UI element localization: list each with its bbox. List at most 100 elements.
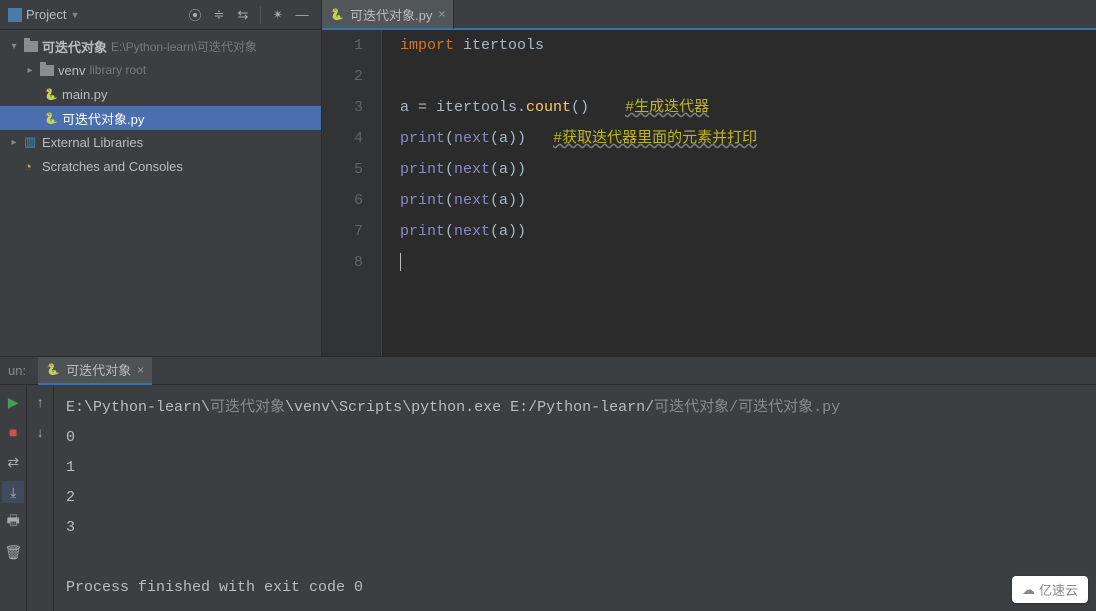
sidebar-title-text: Project: [26, 7, 66, 22]
builtin: next: [454, 223, 490, 240]
divider: [260, 6, 261, 24]
code-text: (a)): [490, 130, 526, 147]
project-icon: [8, 8, 22, 22]
venv-label: venv: [58, 63, 85, 78]
file-main-py[interactable]: 🐍 main.py: [0, 82, 321, 106]
builtin: print: [400, 130, 445, 147]
rerun-button[interactable]: ▶: [2, 391, 24, 413]
console-line: 0: [66, 429, 75, 446]
chevron-right-icon: ▸: [24, 65, 36, 76]
watermark: ☁ 亿速云: [1012, 576, 1088, 603]
run-tab[interactable]: 🐍 可迭代对象 ×: [38, 357, 152, 385]
run-label: un:: [8, 363, 26, 378]
run-header: un: 🐍 可迭代对象 ×: [0, 357, 1096, 385]
sidebar-header: Project ▼ ⦿ ≑ ⇆ ✴ —: [0, 0, 321, 30]
builtin: print: [400, 192, 445, 209]
python-file-icon: 🐍: [44, 87, 58, 101]
file-label: main.py: [62, 87, 108, 102]
caret: [400, 253, 401, 271]
expand-all-icon[interactable]: ≑: [208, 4, 230, 26]
builtin: next: [454, 130, 490, 147]
project-dropdown[interactable]: Project ▼: [8, 7, 79, 22]
close-icon[interactable]: ×: [137, 363, 144, 377]
console-exit: Process finished with exit code 0: [66, 579, 363, 596]
console-text: 可迭代对象: [210, 399, 285, 416]
scratches-consoles[interactable]: ◔ Scratches and Consoles: [0, 154, 321, 178]
identifier: itertools: [454, 37, 544, 54]
python-file-icon: 🐍: [46, 363, 60, 377]
line-number: 1: [322, 30, 363, 61]
chevron-down-icon: ▾: [8, 41, 20, 52]
console-text: \venv\Scripts\python.exe E:/Python-learn…: [285, 399, 654, 416]
editor-tab-iterable[interactable]: 🐍 可迭代对象.py ×: [322, 0, 454, 30]
keyword: import: [400, 37, 454, 54]
console-line: 3: [66, 519, 75, 536]
up-button[interactable]: ↑: [29, 391, 51, 413]
code-text: (: [445, 130, 454, 147]
settings-icon[interactable]: ✴: [267, 4, 289, 26]
library-icon: ▥: [24, 135, 38, 149]
line-number: 8: [322, 247, 363, 278]
scroll-to-end-button[interactable]: ⤓: [2, 481, 24, 503]
function: count: [526, 99, 571, 116]
console-text: 可迭代对象.py: [738, 399, 840, 416]
console-text: 可迭代对象: [654, 399, 729, 416]
run-toolbar: ▶ ■ ⇄ ⤓ 🖶 🗑 ↑ ↓: [0, 385, 54, 611]
folder-icon: [24, 41, 38, 52]
external-libs-label: External Libraries: [42, 135, 143, 150]
chevron-right-icon: ▸: [8, 137, 20, 148]
trash-button[interactable]: 🗑: [2, 541, 24, 563]
line-gutter: 1 2 3 4 5 6 7 8: [322, 30, 382, 356]
project-name: 可迭代对象: [42, 37, 107, 56]
external-libraries[interactable]: ▸ ▥ External Libraries: [0, 130, 321, 154]
venv-folder[interactable]: ▸ venv library root: [0, 58, 321, 82]
line-number: 5: [322, 154, 363, 185]
python-file-icon: 🐍: [330, 7, 344, 21]
run-panel: un: 🐍 可迭代对象 × ▶ ■ ⇄ ⤓ 🖶 🗑 ↑ ↓ E:\Python-…: [0, 357, 1096, 611]
scratches-icon: ◔: [24, 159, 38, 173]
project-tree: ▾ 可迭代对象 E:\Python-learn\可迭代对象 ▸ venv lib…: [0, 30, 321, 356]
console-output[interactable]: E:\Python-learn\可迭代对象\venv\Scripts\pytho…: [54, 385, 1096, 611]
code-text: (: [445, 192, 454, 209]
code-text: (a)): [490, 223, 526, 240]
collapse-all-icon[interactable]: ⇆: [232, 4, 254, 26]
down-button[interactable]: ↓: [29, 421, 51, 443]
chevron-down-icon: ▼: [70, 10, 79, 20]
hide-icon[interactable]: —: [291, 4, 313, 26]
soft-wrap-button[interactable]: ⇄: [2, 451, 24, 473]
editor-body[interactable]: 1 2 3 4 5 6 7 8 import itertools a = ite…: [322, 30, 1096, 356]
builtin: next: [454, 192, 490, 209]
builtin: next: [454, 161, 490, 178]
code-text: (): [571, 99, 589, 116]
file-label: 可迭代对象.py: [62, 109, 144, 128]
cloud-icon: ☁: [1022, 582, 1035, 598]
folder-icon: [40, 65, 54, 76]
locate-icon[interactable]: ⦿: [184, 4, 206, 26]
console-text: E:\Python-learn\: [66, 399, 210, 416]
project-root[interactable]: ▾ 可迭代对象 E:\Python-learn\可迭代对象: [0, 34, 321, 58]
console-line: 2: [66, 489, 75, 506]
code-text: (a)): [490, 161, 526, 178]
code-text: a = itertools.: [400, 99, 526, 116]
code-text: (: [445, 223, 454, 240]
print-button[interactable]: 🖶: [2, 511, 24, 533]
venv-note: library root: [89, 63, 146, 77]
line-number: 6: [322, 185, 363, 216]
project-sidebar: Project ▼ ⦿ ≑ ⇆ ✴ — ▾ 可迭代对象 E:\Python-le…: [0, 0, 322, 356]
console-line: 1: [66, 459, 75, 476]
comment: #获取迭代器里面的元素并打印: [553, 130, 757, 147]
line-number: 3: [322, 92, 363, 123]
project-path: E:\Python-learn\可迭代对象: [111, 38, 257, 55]
builtin: print: [400, 161, 445, 178]
tab-label: 可迭代对象.py: [350, 5, 432, 24]
line-number: 2: [322, 61, 363, 92]
stop-button[interactable]: ■: [2, 421, 24, 443]
file-iterable-py[interactable]: 🐍 可迭代对象.py: [0, 106, 321, 130]
line-number: 7: [322, 216, 363, 247]
run-tab-label: 可迭代对象: [66, 360, 131, 379]
close-icon[interactable]: ×: [438, 7, 445, 21]
comment: #生成迭代器: [625, 99, 709, 116]
code-content[interactable]: import itertools a = itertools.count() #…: [382, 30, 757, 356]
editor-tabs: 🐍 可迭代对象.py ×: [322, 0, 1096, 30]
code-text: (a)): [490, 192, 526, 209]
